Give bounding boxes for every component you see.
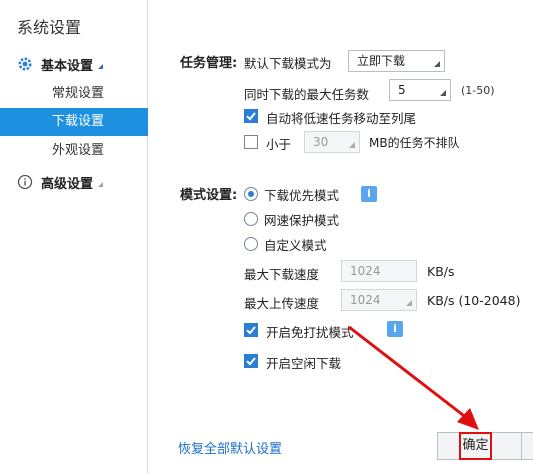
annotation-arrow xyxy=(348,325,479,430)
settings-panel: 任务管理: 默认下载模式为 立即下载 同时下载的最大任务数 5 (1-50) 自… xyxy=(149,0,533,473)
sidebar-group-advanced-label: 高级设置 xyxy=(41,176,94,192)
dropdown-corner-icon xyxy=(440,90,446,96)
max-tasks-select[interactable]: 5 xyxy=(389,79,451,101)
info-circle-icon xyxy=(17,174,33,190)
dropdown-corner-icon xyxy=(406,300,412,306)
max-upload-unit: KB/s (10-2048) xyxy=(427,293,521,308)
mode-section-label: 模式设置: xyxy=(180,188,238,203)
max-upload-label: 最大上传速度 xyxy=(244,296,320,311)
max-tasks-value: 5 xyxy=(398,83,406,97)
move-slow-checkbox[interactable] xyxy=(244,109,258,123)
sidebar-item-appearance[interactable]: 外观设置 xyxy=(0,137,148,165)
sidebar-item-general[interactable]: 常规设置 xyxy=(0,80,148,108)
idle-download-checkbox[interactable] xyxy=(244,354,258,368)
no-disturb-checkbox[interactable] xyxy=(244,323,258,337)
less-than-suffix: MB的任务不排队 xyxy=(369,136,460,150)
restore-defaults-link[interactable]: 恢复全部默认设置 xyxy=(178,438,282,457)
task-section-label: 任务管理: xyxy=(180,56,238,71)
sidebar-group-basic-label: 基本设置 xyxy=(41,58,94,74)
max-upload-select[interactable]: 1024 xyxy=(341,289,417,311)
max-upload-value: 1024 xyxy=(350,293,381,307)
radio-network-protect[interactable] xyxy=(244,212,258,226)
max-tasks-hint: (1-50) xyxy=(461,84,495,97)
sidebar-group-basic[interactable]: 基本设置 xyxy=(17,52,104,76)
download-mode-select[interactable]: 立即下载 xyxy=(348,50,445,72)
dropdown-corner-icon xyxy=(349,142,355,148)
checkmark-icon xyxy=(246,357,256,366)
no-disturb-label: 开启免打扰模式 xyxy=(266,325,354,340)
radio-custom-mode-label: 自定义模式 xyxy=(264,238,327,253)
mode-label: 默认下载模式为 xyxy=(244,56,332,71)
radio-download-priority-label: 下载优先模式 xyxy=(264,188,340,203)
cancel-button-edge[interactable] xyxy=(521,432,533,460)
radio-download-priority[interactable] xyxy=(244,187,258,201)
sidebar: 系统设置 基本设置 常规设置 下载设置 外观设置 高级设置 xyxy=(0,0,148,473)
checkmark-icon xyxy=(246,326,256,335)
less-than-select[interactable]: 30 xyxy=(304,131,360,153)
less-than-value: 30 xyxy=(313,135,329,149)
gear-icon xyxy=(17,56,33,72)
move-slow-label: 自动将低速任务移动至列尾 xyxy=(266,111,417,126)
dropdown-corner-icon xyxy=(434,61,440,67)
info-icon[interactable]: i xyxy=(361,186,377,202)
sidebar-group-advanced[interactable]: 高级设置 xyxy=(17,170,104,194)
max-download-input[interactable]: 1024 xyxy=(341,260,417,282)
download-mode-value: 立即下载 xyxy=(357,54,406,68)
less-than-checkbox[interactable] xyxy=(244,135,258,149)
settings-title: 系统设置 xyxy=(17,18,82,37)
max-download-unit: KB/s xyxy=(427,264,455,279)
max-tasks-label: 同时下载的最大任务数 xyxy=(244,87,370,102)
sidebar-item-download[interactable]: 下载设置 xyxy=(0,108,148,136)
radio-network-protect-label: 网速保护模式 xyxy=(264,213,340,228)
less-than-label: 小于 xyxy=(266,137,292,152)
radio-custom-mode[interactable] xyxy=(244,237,258,251)
expand-triangle-icon xyxy=(98,181,104,187)
idle-download-label: 开启空闲下载 xyxy=(266,356,342,371)
max-download-label: 最大下载速度 xyxy=(244,267,320,282)
checkmark-icon xyxy=(246,112,256,121)
expand-triangle-icon xyxy=(98,63,104,69)
